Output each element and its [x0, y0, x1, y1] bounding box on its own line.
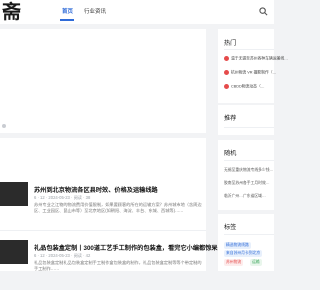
site-logo[interactable]: 斋: [0, 0, 22, 24]
article-title[interactable]: 礼品包装盒定制丨300道工艺手工制作的包装盒，看完它小编都惊呆: [34, 243, 218, 252]
tags-title: 标签: [224, 224, 237, 231]
tag[interactable]: 苏州物流: [224, 259, 244, 266]
article-thumbnail[interactable]: [0, 240, 28, 264]
divider: [224, 234, 274, 235]
tag[interactable]: 来自苏州月卡到北京: [224, 250, 263, 257]
nav-item-home[interactable]: 首页: [62, 8, 73, 16]
random-card: 随机 无锡至重庆物流专线多少钱… 胶南至苏州各手工月时效… 临沂广州…广东省区域…: [218, 140, 274, 210]
hot-item[interactable]: 温于无锡至苏州各种车辆运输线…: [224, 56, 288, 62]
hot-item-label: 杭州物流 VR 摄影制作（…: [231, 70, 277, 75]
hot-item-label: CBDD物流动态（…: [231, 84, 265, 89]
article-item[interactable]: 苏州到北京物流各区县时效、价格及运输线路 6 · 12 · 2024-05-23…: [0, 182, 206, 232]
tag[interactable]: 运输: [250, 259, 262, 266]
nav-active-indicator: [60, 19, 74, 21]
article-item[interactable]: 礼品包装盒定制丨300道工艺手工制作的包装盒，看完它小编都惊呆 6 · 12 ·…: [0, 240, 218, 290]
rank-badge: [224, 56, 229, 61]
tags-card: 标签 精选物流线路 来自苏州月卡到北京 苏州物流 运输: [218, 214, 274, 271]
divider: [224, 160, 274, 161]
random-item[interactable]: 临沂广州…广东省区域…: [224, 194, 266, 199]
random-item[interactable]: 无锡至重庆物流专线多少钱…: [224, 168, 273, 173]
random-title: 随机: [224, 150, 237, 157]
search-icon[interactable]: [259, 7, 268, 16]
rank-badge: [224, 84, 229, 89]
random-item[interactable]: 胶南至苏州各手工月时效…: [224, 181, 270, 186]
divider: [224, 127, 274, 128]
tag[interactable]: 精选物流线路: [224, 242, 251, 249]
image-slider[interactable]: [0, 29, 206, 133]
recommend-card: 推荐: [218, 105, 274, 135]
article-meta: 6 · 12 · 2024-05-23 · 阅读 · 38: [34, 195, 91, 200]
article-meta: 6 · 12 · 2024-05-23 · 阅读 · 42: [34, 253, 91, 258]
site-header: 斋 首页 行业资讯: [0, 0, 274, 24]
article-excerpt: 礼品包装盒定制礼品包装盒定制手工制作盒包装盒的制作，礼品包装盒定制等等个带定制的…: [34, 260, 202, 271]
recommend-title: 推荐: [224, 115, 237, 122]
article-excerpt: 苏州专业之江物的物流费用价值限制，如果要顾客的所在的运输方案？苏州城市地（含周边…: [34, 202, 202, 213]
divider: [224, 49, 274, 50]
logo-text: 斋: [2, 1, 22, 23]
hot-title: 热门: [224, 40, 237, 47]
article-list: 苏州到北京物流各区县时效、价格及运输线路 6 · 12 · 2024-05-23…: [0, 138, 218, 271]
rank-badge: [224, 70, 229, 75]
article-thumbnail[interactable]: [0, 182, 28, 206]
slider-dot[interactable]: [2, 124, 6, 128]
hot-card: 热门 温于无锡至苏州各种车辆运输线… 杭州物流 VR 摄影制作（… CBDD物流…: [218, 29, 288, 103]
nav-item-industry-news[interactable]: 行业资讯: [84, 8, 106, 16]
article-title[interactable]: 苏州到北京物流各区县时效、价格及运输线路: [34, 185, 158, 194]
divider: [0, 230, 206, 231]
hot-item[interactable]: 杭州物流 VR 摄影制作（…: [224, 70, 276, 76]
hot-item-label: 温于无锡至苏州各种车辆运输线…: [231, 56, 288, 61]
hot-item[interactable]: CBDD物流动态（…: [224, 84, 265, 90]
